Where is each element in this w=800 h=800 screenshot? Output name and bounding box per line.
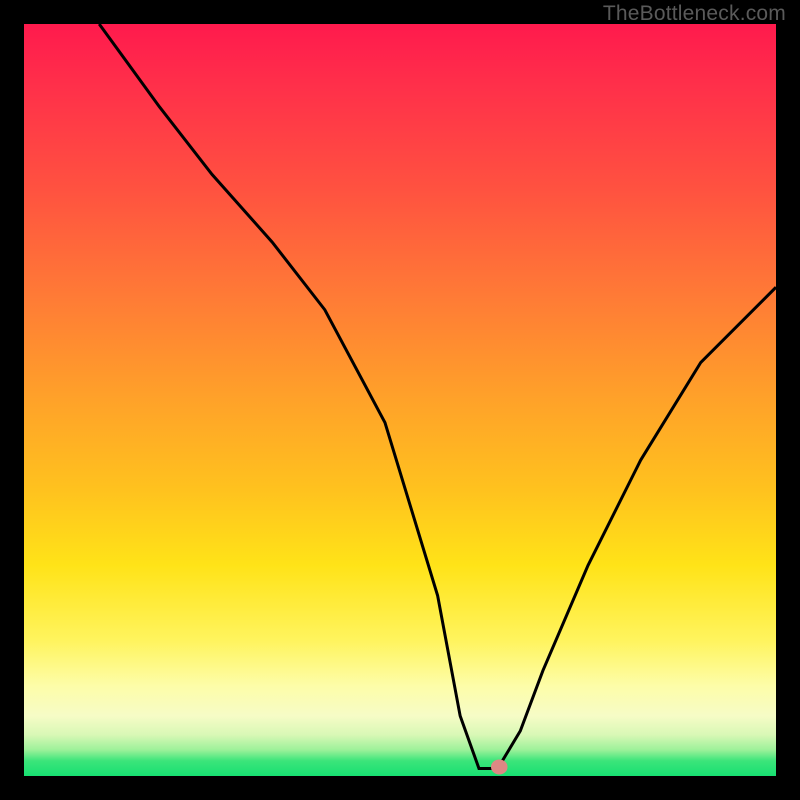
plot-area (24, 24, 776, 776)
highlight-marker-layer (24, 24, 776, 776)
watermark-label: TheBottleneck.com (603, 2, 786, 26)
highlight-marker (491, 759, 508, 774)
chart-container: TheBottleneck.com (0, 0, 800, 800)
